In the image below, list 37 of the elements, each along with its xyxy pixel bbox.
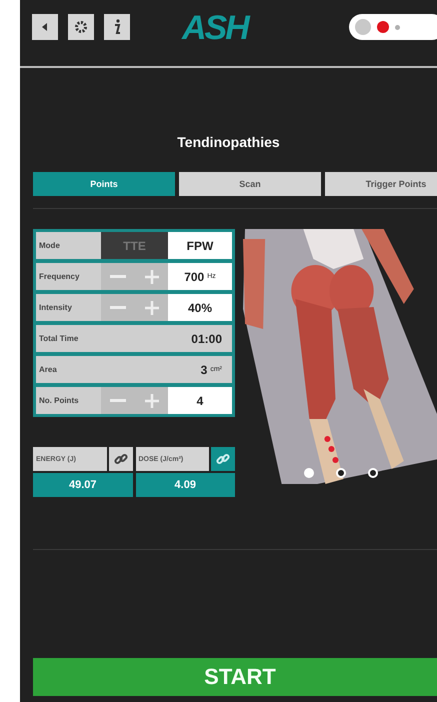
plus-button[interactable] (144, 300, 159, 314)
page-title: Tendinopathies (176, 134, 281, 150)
result-value: 49.07 (33, 473, 132, 497)
tab[interactable]: Points (33, 172, 175, 196)
mode-option[interactable]: TTE (101, 232, 168, 259)
param-value: 01:00 (191, 332, 222, 346)
logo: ASH (182, 8, 248, 48)
back-icon (41, 23, 49, 31)
minus-button[interactable] (110, 398, 126, 402)
param-label: Total Time (38, 333, 80, 345)
link-icon (114, 452, 128, 466)
start-button[interactable]: START (33, 658, 437, 696)
info-button[interactable] (104, 14, 130, 40)
result-value: 4.09 (136, 473, 235, 497)
tab[interactable]: Scan (179, 172, 321, 196)
plus-button[interactable] (144, 270, 159, 284)
gear-icon (74, 20, 88, 34)
plus-button[interactable] (144, 394, 159, 408)
tab[interactable]: Trigger Points (325, 172, 437, 196)
back-button[interactable] (32, 14, 58, 40)
page-dot[interactable] (368, 468, 378, 478)
param-value: 700 (184, 270, 204, 284)
param-label: Frequency (38, 271, 80, 283)
param-value: 40% (188, 300, 212, 314)
mode-option[interactable]: FPW (168, 232, 232, 259)
link-button[interactable] (108, 447, 132, 471)
param-label: No. Points (38, 395, 80, 407)
param-value: 3 (200, 362, 208, 376)
param-value: 4 (196, 394, 204, 408)
minus-button[interactable] (110, 306, 126, 310)
info-icon (112, 19, 122, 35)
param-label: Area (38, 364, 58, 376)
param-label: Mode (38, 240, 61, 252)
minus-button[interactable] (110, 274, 126, 278)
link-icon (216, 452, 230, 466)
settings-button[interactable] (68, 14, 94, 40)
param-label: Intensity (38, 302, 73, 314)
